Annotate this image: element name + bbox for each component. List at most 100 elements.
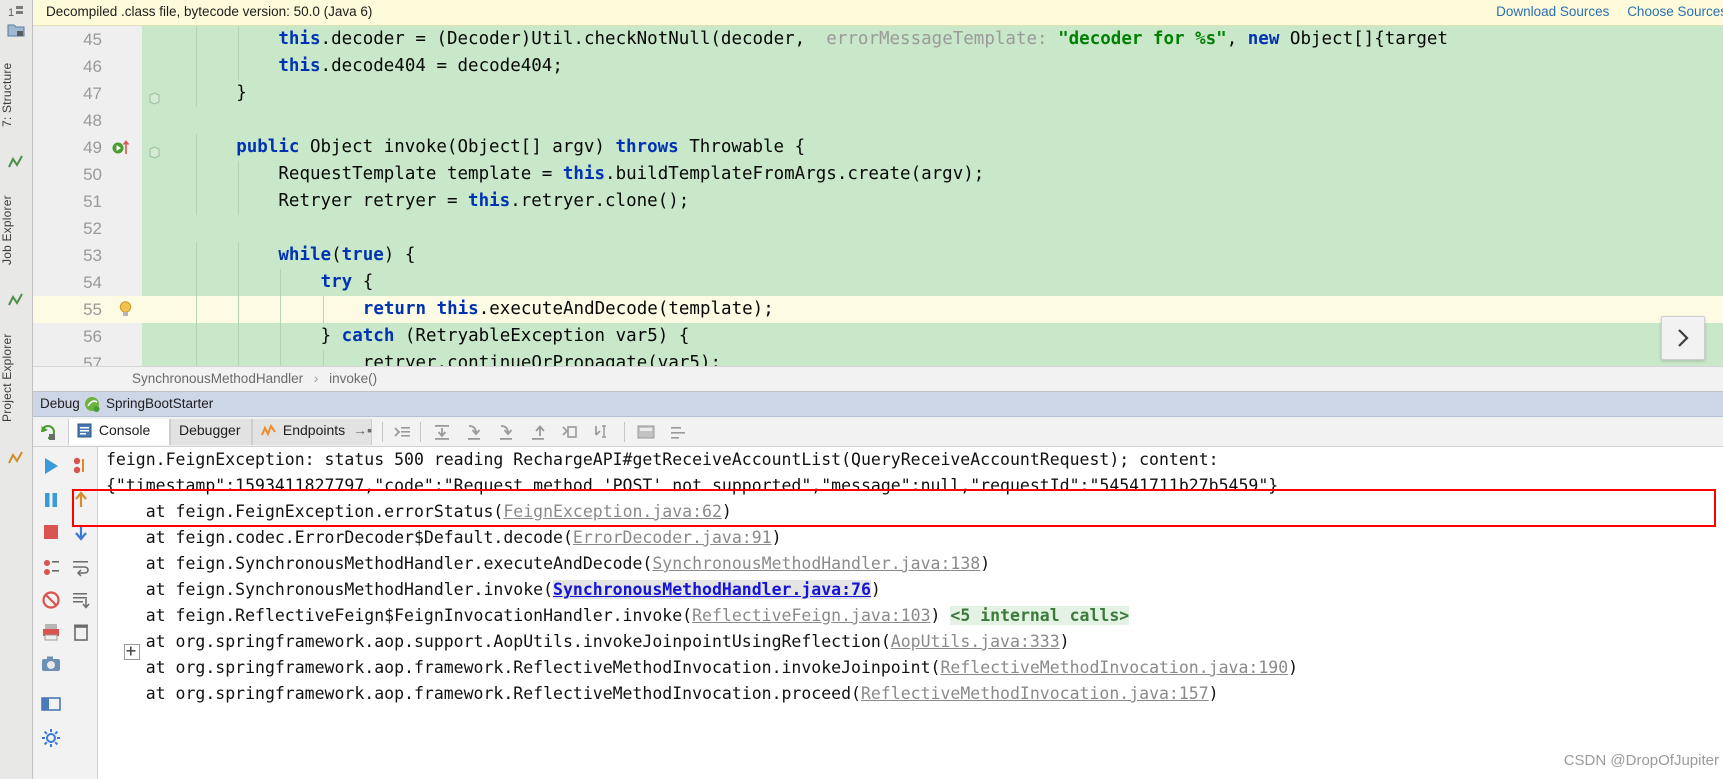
fold-column[interactable] — [142, 350, 194, 366]
stacktrace-link[interactable]: FeignException.java:62 — [503, 502, 722, 521]
code-line[interactable]: 57 retryer.continueOrPropagate(var5); — [32, 350, 1723, 366]
camera-icon[interactable] — [40, 653, 62, 675]
code-line[interactable]: 48 — [32, 107, 1723, 134]
step-over-icon[interactable] — [432, 422, 452, 442]
project-explorer-icon[interactable] — [6, 290, 26, 310]
stacktrace-link[interactable]: ReflectiveMethodInvocation.java:157 — [861, 684, 1209, 703]
mute-breakpoints-icon[interactable] — [40, 589, 62, 611]
view-breakpoints-icon[interactable] — [40, 557, 62, 579]
pin-icon[interactable]: →▪ — [353, 422, 372, 438]
stacktrace-link[interactable]: SynchronousMethodHandler.java:76 — [553, 580, 871, 599]
run-to-cursor-icon[interactable] — [592, 422, 612, 442]
settings-icon[interactable] — [668, 422, 688, 442]
console-line[interactable]: feign.FeignException: status 500 reading… — [98, 447, 1723, 473]
code-line[interactable]: 54 try { — [32, 269, 1723, 296]
console-line[interactable]: at feign.codec.ErrorDecoder$Default.deco… — [98, 525, 1723, 551]
console-line[interactable]: at org.springframework.aop.framework.Ref… — [98, 655, 1723, 681]
drop-frame-icon[interactable] — [560, 422, 580, 442]
job-explorer-icon[interactable] — [6, 152, 26, 172]
fold-column[interactable] — [142, 161, 194, 188]
fold-column[interactable] — [142, 53, 194, 80]
fold-column[interactable] — [142, 242, 194, 269]
run-method-icon[interactable] — [112, 138, 132, 157]
evaluate-icon[interactable] — [636, 422, 656, 442]
fold-marker-icon[interactable] — [148, 141, 161, 159]
fold-column[interactable] — [142, 26, 194, 53]
breadcrumb-class[interactable]: SynchronousMethodHandler — [132, 371, 303, 386]
print-icon[interactable] — [40, 621, 62, 643]
code-line[interactable]: 49 public Object invoke(Object[] argv) th… — [32, 134, 1723, 161]
breadcrumb[interactable]: SynchronousMethodHandler › invoke() — [132, 371, 377, 386]
fold-column[interactable] — [142, 188, 194, 215]
code-area[interactable]: 45 this.decoder = (Decoder)Util.checkNotN… — [32, 26, 1723, 366]
stacktrace-link[interactable]: SynchronousMethodHandler.java:138 — [652, 554, 980, 573]
console-line[interactable]: at feign.FeignException.errorStatus(Feig… — [98, 499, 1723, 525]
fold-column[interactable] — [142, 107, 194, 134]
scroll-to-end-icon[interactable] — [70, 589, 92, 611]
code-line[interactable]: 47} — [32, 80, 1723, 107]
settings-gear-icon[interactable] — [40, 727, 62, 749]
code-line[interactable]: 46 this.decode404 = decode404; — [32, 53, 1723, 80]
maven-icon[interactable] — [6, 448, 26, 468]
download-sources-link[interactable]: Download Sources — [1496, 4, 1609, 19]
line-number: 57 — [32, 350, 110, 366]
tab-console[interactable]: Console — [68, 419, 170, 445]
tab-endpoints-label: Endpoints — [282, 422, 346, 438]
fold-column[interactable] — [142, 323, 194, 350]
stop-icon[interactable] — [40, 521, 62, 543]
sidebar-item-structure[interactable]: 7: Structure — [0, 42, 32, 147]
console-line[interactable]: at feign.SynchronousMethodHandler.execut… — [98, 551, 1723, 577]
structure-icon[interactable]: 1 — [6, 2, 26, 22]
console-line[interactable]: at feign.SynchronousMethodHandler.invoke… — [98, 577, 1723, 603]
fold-column[interactable] — [142, 269, 194, 296]
folder-icon[interactable] — [6, 20, 26, 40]
stacktrace-link[interactable]: ReflectiveMethodInvocation.java:190 — [940, 658, 1288, 677]
code-line[interactable]: 55 return this.executeAndDecode(template)… — [32, 296, 1723, 323]
stacktrace-link[interactable]: ErrorDecoder.java:91 — [573, 528, 772, 547]
code-line[interactable]: 56} catch (RetryableException var5) { — [32, 323, 1723, 350]
step-out-icon[interactable] — [528, 422, 548, 442]
console-line[interactable]: at org.springframework.aop.framework.Ref… — [98, 681, 1723, 707]
console-text: ) — [1208, 684, 1219, 703]
code-token: return — [362, 299, 427, 319]
down-arrow-icon[interactable] — [70, 521, 92, 543]
tab-endpoints[interactable]: Endpoints →▪ — [252, 419, 372, 445]
code-line[interactable]: 51 Retryer retryer = this.retryer.clone()… — [32, 188, 1723, 215]
expand-stacktrace-icon[interactable] — [124, 644, 140, 660]
console-line[interactable]: {"timestamp":1593411827797,"code":"Reque… — [98, 473, 1723, 499]
fold-column[interactable] — [142, 215, 194, 242]
stacktrace-link[interactable]: ReflectiveFeign.java:103 — [692, 606, 930, 625]
soft-wrap-icon[interactable] — [70, 557, 92, 579]
code-line[interactable]: 53 while(true) { — [32, 242, 1723, 269]
code-line[interactable]: 45 this.decoder = (Decoder)Util.checkNotN… — [32, 26, 1723, 53]
force-step-into-icon[interactable] — [496, 422, 516, 442]
resume-icon[interactable] — [40, 455, 62, 477]
rerun-icon[interactable] — [38, 422, 58, 442]
breadcrumb-method[interactable]: invoke() — [329, 371, 377, 386]
console-line[interactable]: at org.springframework.aop.support.AopUt… — [98, 629, 1723, 655]
frames-icon[interactable] — [392, 422, 412, 442]
code-lines[interactable]: 45 this.decoder = (Decoder)Util.checkNotN… — [32, 26, 1723, 366]
up-arrow-icon[interactable] — [70, 489, 92, 511]
choose-sources-link[interactable]: Choose Sources — [1627, 4, 1723, 19]
pause-icon[interactable] — [40, 489, 62, 511]
trash-icon[interactable] — [70, 621, 92, 643]
layout-icon[interactable] — [40, 693, 62, 715]
fold-column[interactable] — [142, 296, 194, 323]
code-text: } — [236, 80, 247, 107]
intention-bulb-icon[interactable] — [116, 300, 135, 319]
console-line[interactable]: at feign.ReflectiveFeign$FeignInvocation… — [98, 603, 1723, 629]
step-into-icon[interactable] — [464, 422, 484, 442]
fold-marker-icon[interactable] — [148, 87, 161, 105]
code-line[interactable]: 52 — [32, 215, 1723, 242]
code-token: .decoder = ( — [320, 29, 447, 49]
console-output[interactable]: feign.FeignException: status 500 reading… — [98, 447, 1723, 779]
next-chevron-button[interactable] — [1661, 316, 1705, 360]
indent-guide — [238, 188, 240, 215]
tab-debugger[interactable]: Debugger — [170, 419, 252, 445]
sidebar-item-project-explorer[interactable]: Project Explorer — [0, 313, 32, 443]
sidebar-item-job-explorer[interactable]: Job Explorer — [0, 175, 32, 285]
stacktrace-link[interactable]: AopUtils.java:333 — [891, 632, 1060, 651]
breakpoint-dots-icon[interactable] — [70, 455, 92, 477]
code-line[interactable]: 50 RequestTemplate template = this.buildT… — [32, 161, 1723, 188]
